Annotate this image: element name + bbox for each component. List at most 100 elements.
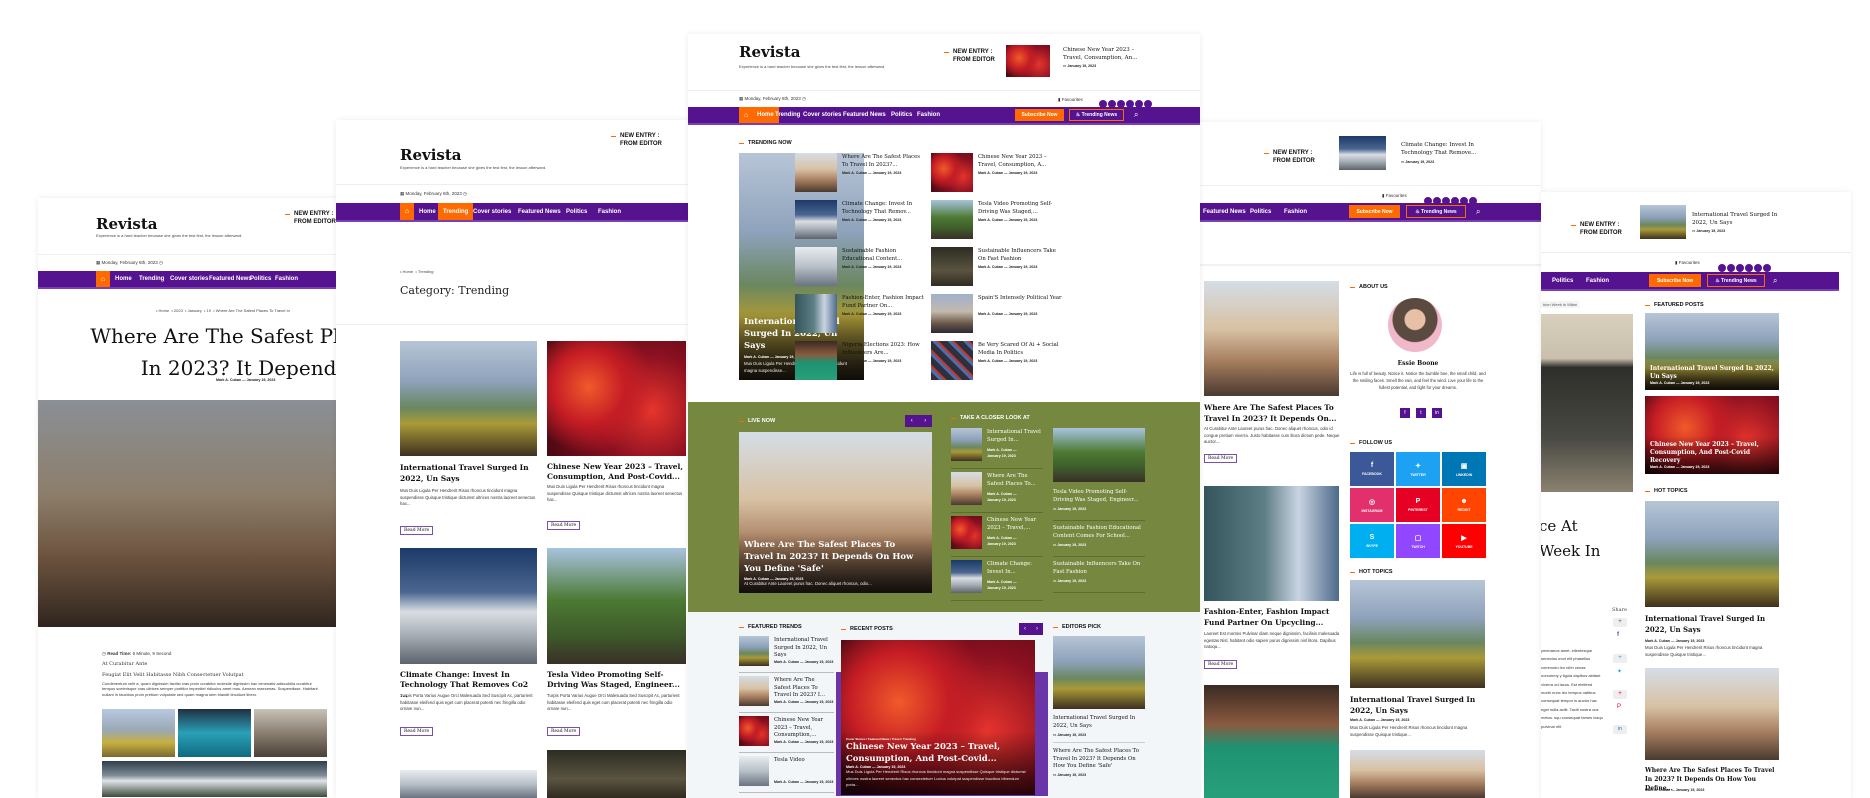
list-item[interactable]: Chinese New Year 2023 – Travel, Consumpt… [739,716,834,756]
favourites-link[interactable]: ▮ Favourites [1058,97,1083,103]
post-thumbnail[interactable] [1645,668,1779,760]
post-thumbnail[interactable] [931,247,973,286]
linkedin-icon[interactable]: in [1432,408,1442,418]
list-item[interactable]: Spain'S Intensely Political Year Mark A. … [931,294,1062,341]
read-more-button[interactable]: Read More [1204,454,1238,463]
follow-skype-button[interactable]: S SKYPE [1350,524,1394,558]
post-title[interactable]: Tesla Video Promoting Self-Driving Was S… [978,201,1063,216]
post-thumbnail[interactable] [1204,281,1339,396]
post-thumbnail[interactable] [739,636,769,666]
list-item[interactable]: Where Are The Safest Places To Travel In… [795,153,925,200]
site-logo[interactable]: Revista [400,146,462,164]
post-title[interactable]: Chinese New Year 2023 – Travel, Consumpt… [978,154,1063,169]
live-main-card[interactable]: Where Are The Safest Places To Travel In… [739,432,932,593]
linkedin-share-button[interactable]: in [1613,725,1627,734]
chevron-left-icon[interactable]: ‹ [1024,626,1026,632]
post-thumbnail[interactable] [931,153,973,192]
post-title[interactable]: Sustainable Influencers Take On Fast Fas… [1053,561,1145,576]
home-icon[interactable]: ⌂ [739,107,753,123]
post-thumbnail[interactable] [400,770,537,798]
subscribe-button[interactable]: Subscribe Now [1349,205,1400,218]
post-thumbnail[interactable] [951,516,982,549]
facebook-icon[interactable]: f [1617,632,1619,638]
linkedin-icon[interactable] [1745,263,1753,272]
nav-politics[interactable]: Politics [566,203,587,220]
nav-politics[interactable]: Politics [1250,203,1271,220]
post-thumbnail[interactable] [1350,580,1485,688]
post-thumbnail[interactable] [739,676,769,706]
list-item[interactable]: Fashion-Enter, Fashion Impact Fund Partn… [795,294,925,341]
post-title[interactable]: International Travel Surged In 2022, Un … [1053,715,1145,730]
read-more-button[interactable]: Read More [1204,660,1238,669]
post-title[interactable]: Where Are The Safest Places To... [987,473,1043,488]
post-thumbnail[interactable] [739,716,769,746]
nav-featured-news[interactable]: Featured News [843,107,886,123]
nav-politics[interactable]: Politics [1552,272,1573,289]
post-thumbnail[interactable] [1204,685,1339,798]
featured-post-card[interactable]: Chinese New Year 2023 – Travel, Consumpt… [1645,396,1779,474]
post-thumbnail[interactable] [931,294,973,333]
post-title[interactable]: Nigeria Elections 2023: How Influencers … [842,342,927,357]
list-item[interactable]: Chinese New Year 2023 – Travel, Consumpt… [931,153,1061,200]
post-thumbnail[interactable] [795,200,837,239]
post-thumbnail[interactable] [547,750,686,798]
pinterest-share-button[interactable]: + [1613,690,1627,699]
read-more-button[interactable]: Read More [547,727,581,736]
subscribe-button[interactable]: Subscribe Now [1649,274,1701,287]
follow-facebook-button[interactable]: f FACEBOOK [1350,452,1394,486]
pinterest-icon[interactable]: P [1617,704,1621,710]
featured-post-card[interactable]: International Travel Surged In 2022, Un … [1645,313,1779,390]
facebook-icon[interactable] [1718,263,1726,272]
post-title[interactable]: Chinese New Year 2023 – Travel, Consumpt… [774,717,832,740]
list-item[interactable]: Sustainable Influencers Take On Fast Fas… [1053,560,1145,596]
post-thumbnail[interactable] [1053,428,1145,482]
nav-politics[interactable]: Politics [250,271,271,287]
follow-reddit-button[interactable]: ☻ REDDIT [1442,488,1486,522]
post-title[interactable]: Chinese New Year 2023 – Travel, Consumpt… [547,462,686,482]
follow-youtube-button[interactable]: ▶ YOUTUBE [1442,524,1486,558]
entry-title[interactable]: Climate Change: Invest In Technology Tha… [1401,141,1491,157]
read-more-button[interactable]: Read More [547,521,581,530]
nav-home[interactable]: Home [419,203,436,220]
post-thumbnail[interactable] [795,341,837,380]
nav-fashion[interactable]: Fashion [917,107,940,123]
post-thumbnail[interactable] [1350,750,1485,798]
post-thumbnail[interactable] [400,548,537,664]
post-thumbnail[interactable] [931,341,973,380]
nav-home[interactable]: Home [115,271,132,287]
trending-news-button[interactable]: ♨ Trending News [1406,205,1466,218]
list-item[interactable]: Climate Change: Invest In Technology Tha… [795,200,925,247]
list-item[interactable]: Tesla Video Mark A. Cuban — January 19, 2… [739,756,834,796]
post-thumbnail[interactable] [931,200,973,239]
post-title[interactable]: Where Are The Safest Places To Travel In… [1204,402,1344,424]
post-title[interactable]: Fashion-Enter, Fashion Impact Fund Partn… [1204,606,1344,628]
post-title[interactable]: Climate Change: Invest In... [987,561,1043,576]
list-item[interactable]: Sustainable Fashion Educational Content … [1053,524,1145,560]
list-item[interactable]: Chinese New Year 2023 – Travel,... Mark A… [951,516,1043,560]
list-item[interactable]: Tesla Video Promoting Self-Driving Was S… [1053,488,1145,524]
post-title[interactable]: Sustainable Fashion Educational Content … [1053,525,1145,540]
post-thumbnail[interactable] [795,153,837,192]
follow-twitter-button[interactable]: ✦ TWITTER [1396,452,1440,486]
follow-pinterest-button[interactable]: P PINTEREST [1396,488,1440,522]
chevron-right-icon[interactable]: › [924,418,926,424]
subscribe-button[interactable]: Subscribe Now [1015,109,1064,121]
favourites-link[interactable]: ▮ Favourites [1675,260,1700,266]
recent-main-card[interactable]: Cover Stories / Featured News / Travel /… [841,640,1035,795]
post-title[interactable]: International Travel Surged In 2022, Un … [400,462,537,484]
nav-politics[interactable]: Politics [891,107,912,123]
entry-thumbnail[interactable] [1006,45,1050,77]
facebook-share-button[interactable]: + [1613,618,1627,627]
list-item[interactable]: Be Very Scared Of Ai + Social Media In P… [931,341,1061,388]
twitter-icon[interactable]: ✦ [1617,668,1622,675]
post-thumbnail[interactable] [951,472,982,505]
post-thumbnail[interactable] [547,341,686,456]
post-thumbnail[interactable] [1645,501,1779,607]
post-thumbnail[interactable] [1053,636,1145,709]
post-title[interactable]: Where Are The Safest Places To Travel In… [842,154,927,169]
chevron-right-icon[interactable]: › [1036,626,1038,632]
post-title[interactable]: International Travel Surged In 2022, Un … [774,637,832,660]
post-title[interactable]: Fashion-Enter, Fashion Impact Fund Partn… [842,295,927,310]
post-title[interactable]: Tesla Video [774,757,832,765]
entry-thumbnail[interactable] [1640,205,1686,239]
